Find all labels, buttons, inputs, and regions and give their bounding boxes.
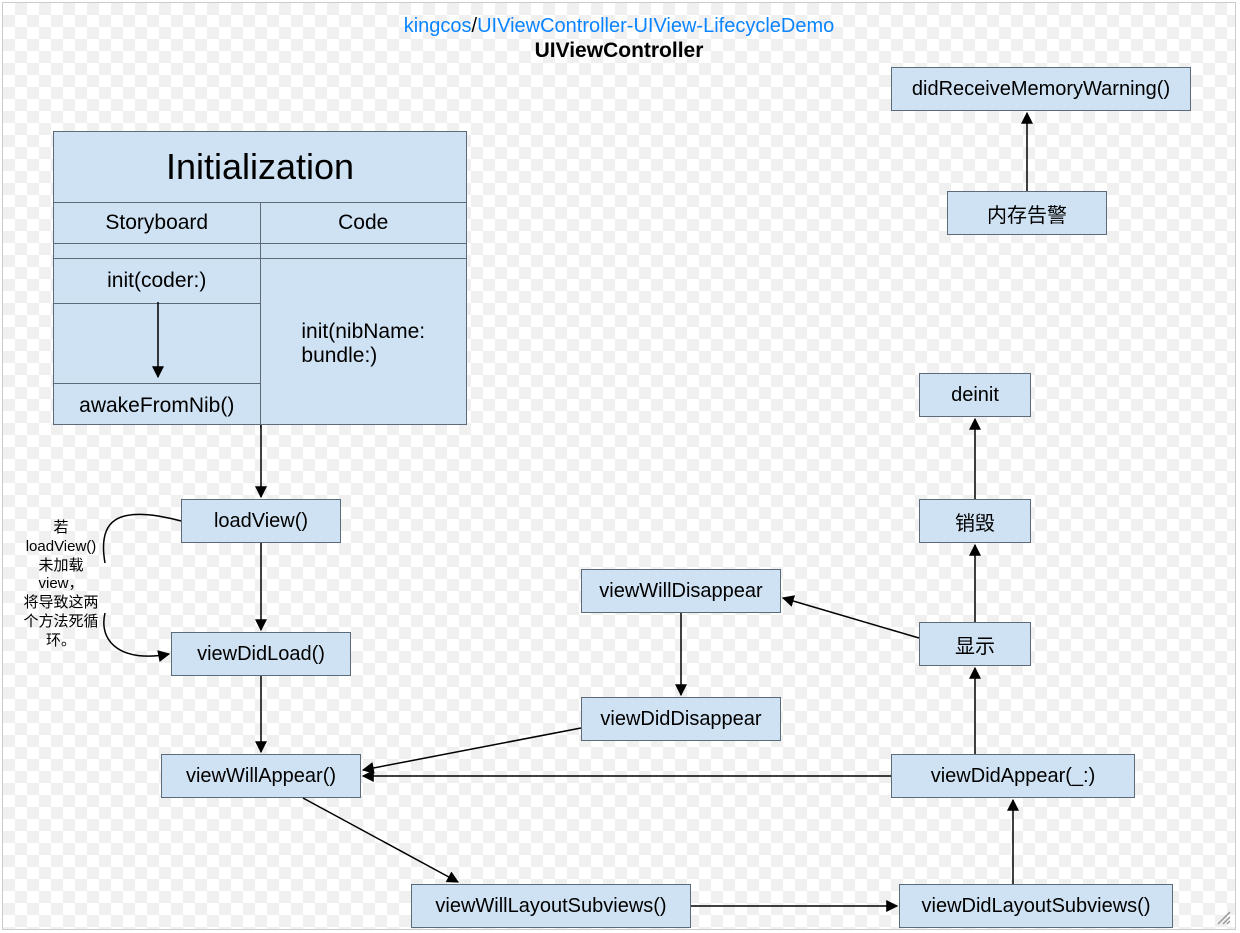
init-nibname: init(nibName: bundle:) [261,259,467,428]
viewwilllayoutsubviews-box: viewWillLayoutSubviews() [411,884,691,928]
memory-warning-box: 内存告警 [947,191,1107,235]
viewdidload-box: viewDidLoad() [171,632,351,676]
viewdidappear-box: viewDidAppear(_:) [891,754,1135,798]
init-storyboard-header: Storyboard [54,203,261,243]
diagram-frame: kingcos/UIViewController-UIView-Lifecycl… [2,2,1236,930]
didreceivememorywarning-box: didReceiveMemoryWarning() [891,67,1191,111]
deinit-box: deinit [919,373,1031,417]
loop-note: 若 loadView() 未加载 view， 将导致这两 个方法死循 环。 [11,519,111,650]
page-title: UIViewController [3,39,1235,63]
loadview-box: loadView() [181,499,341,543]
header-link: kingcos/UIViewController-UIView-Lifecycl… [3,15,1235,38]
viewwilldisappear-box: viewWillDisappear [581,569,781,613]
author-link[interactable]: kingcos [404,15,472,37]
initialization-title: Initialization [54,132,466,203]
display-box: 显示 [919,622,1031,666]
init-gap [54,304,260,384]
resize-grip-icon [1215,909,1231,925]
init-coder: init(coder:) [54,259,260,304]
destroy-box: 销毁 [919,499,1031,543]
viewdiddisappear-box: viewDidDisappear [581,697,781,741]
initialization-box: Initialization Storyboard Code init(code… [53,131,467,425]
viewdidlayoutsubviews-box: viewDidLayoutSubviews() [899,884,1173,928]
init-code-header: Code [261,203,467,243]
viewwillappear-box: viewWillAppear() [161,754,361,798]
init-thin-right [261,244,467,258]
init-thin-left [54,244,261,258]
repo-link[interactable]: UIViewController-UIView-LifecycleDemo [477,15,834,37]
awake-from-nib: awakeFromNib() [54,384,260,428]
